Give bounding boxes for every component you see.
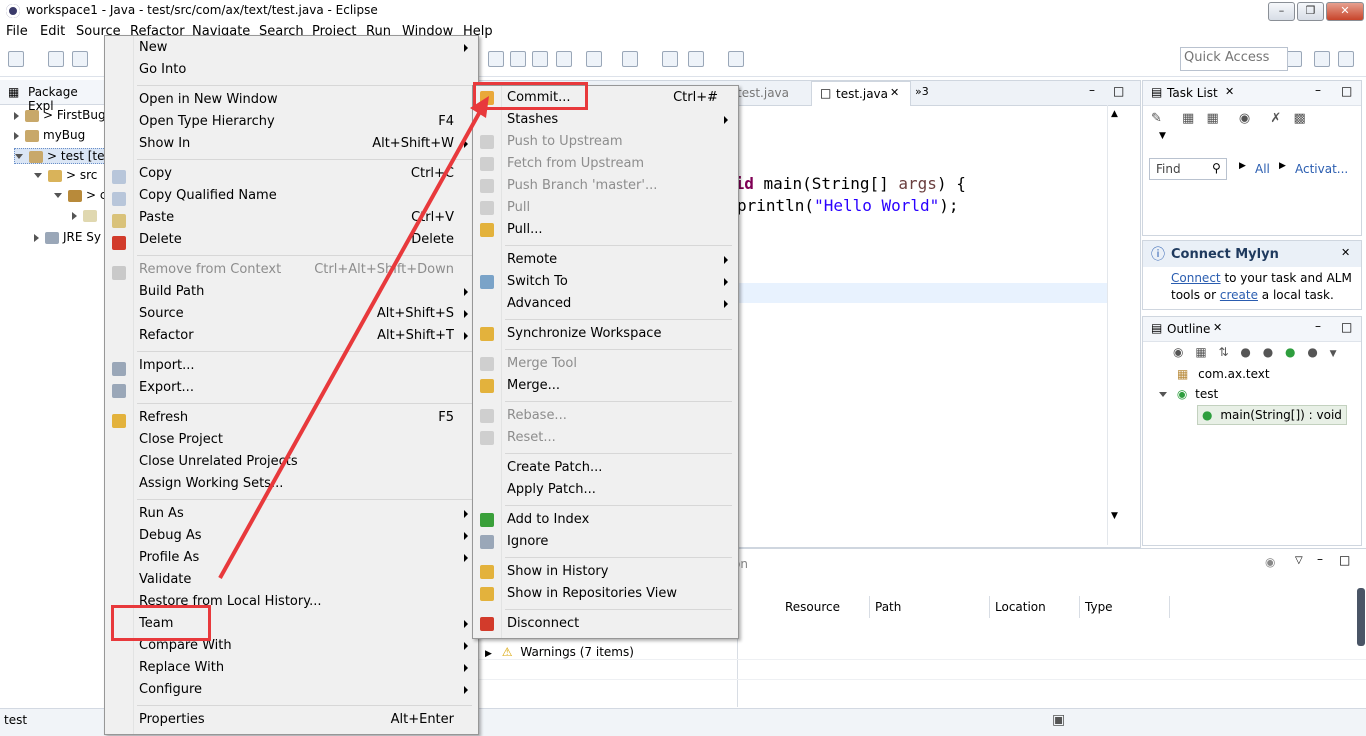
commit-highlight-box <box>473 82 588 110</box>
team-highlight-box <box>111 605 211 641</box>
annotation-arrow-line <box>218 107 484 579</box>
